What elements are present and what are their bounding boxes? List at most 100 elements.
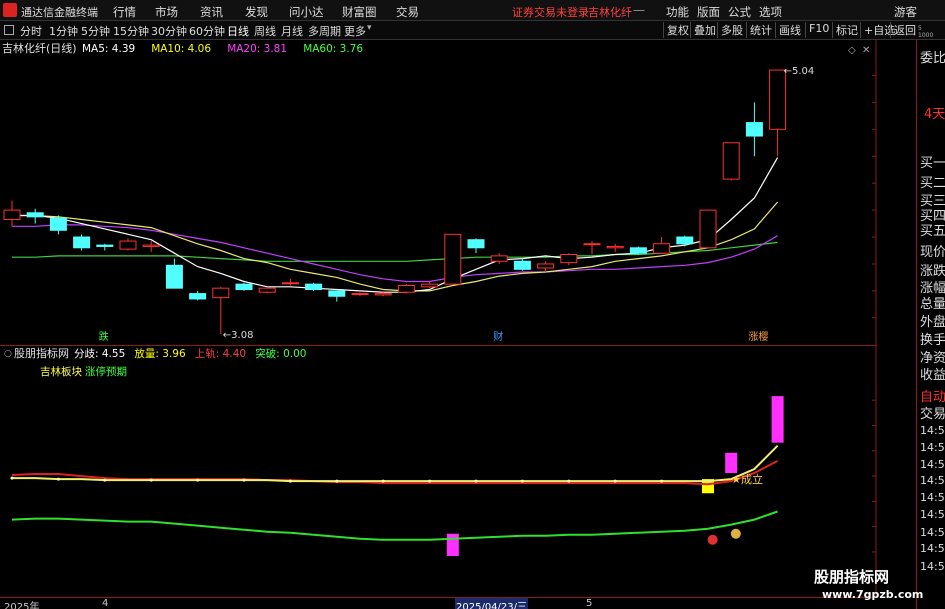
minimize-icon[interactable]: — — [633, 3, 645, 17]
divergence-dot — [474, 479, 478, 483]
chevron-down-icon[interactable]: ▾ — [367, 23, 372, 33]
candle-body — [374, 293, 392, 296]
date-label: 2025年 — [4, 602, 40, 609]
divergence-dot — [428, 479, 432, 483]
quote-panel-label: 买五 — [920, 224, 945, 239]
tab-weekly[interactable]: 周线 — [254, 23, 276, 39]
app-title: 通达信金融终端 — [21, 6, 98, 19]
candle-body — [699, 209, 717, 249]
quote-panel-label: 14:56 — [920, 542, 945, 555]
candle-body — [3, 209, 21, 221]
candle-body — [235, 283, 253, 291]
formula-button[interactable]: 公式 — [728, 4, 751, 20]
tab-draw-line[interactable]: 画线 — [775, 22, 801, 38]
tab-30min[interactable]: 30分钟 — [151, 23, 187, 39]
tab-f10[interactable]: F10 — [805, 22, 829, 38]
candle-body — [212, 287, 230, 299]
candle-body — [745, 122, 763, 137]
zoom-level-icon: 5 1000 — [918, 25, 934, 39]
tab-mark[interactable]: 标记 — [832, 22, 858, 38]
tab-monthly[interactable]: 月线 — [281, 23, 303, 39]
menu-wealth[interactable]: 财富圈 — [342, 4, 377, 20]
candle-body — [281, 282, 299, 285]
event-marker: 涨樱 — [748, 331, 768, 343]
quote-panel-label: 14:56 — [920, 424, 945, 437]
candle-body — [96, 244, 114, 247]
tab-more[interactable]: 更多 — [344, 23, 366, 39]
tab-multi-period[interactable]: 多周期 — [308, 23, 341, 39]
date-label: 5 — [586, 598, 593, 609]
tab-overlay[interactable]: 叠加 — [690, 22, 716, 38]
quote-panel-label: 14:56 — [920, 458, 945, 471]
tab-60min[interactable]: 60分钟 — [189, 23, 225, 39]
candle-body — [653, 243, 671, 254]
checkbox-icon[interactable] — [4, 25, 14, 35]
candle-body — [606, 245, 624, 249]
signal-bar — [771, 396, 784, 443]
event-marker: 财 — [493, 330, 503, 343]
tab-5min[interactable]: 5分钟 — [81, 23, 110, 39]
candle-body — [189, 293, 207, 300]
main-kline-chart[interactable]: 5.004.804.604.404.204.003.803.603.403.20… — [0, 40, 877, 345]
tab-back[interactable]: 返回 — [890, 22, 916, 38]
tab-daily[interactable]: 日线 — [227, 23, 249, 39]
candle-body — [676, 236, 694, 245]
quote-panel-label: 现价 — [920, 245, 945, 260]
date-cursor-label: 2025/04/23/三 — [455, 598, 529, 609]
diamond-icon: ◇ — [848, 45, 856, 56]
options-button[interactable]: 选项 — [759, 4, 782, 20]
divergence-dot — [242, 478, 246, 482]
menu-discover[interactable]: 发现 — [245, 4, 268, 20]
login-notice[interactable]: 证券交易未登录 — [512, 4, 589, 20]
tab-1min[interactable]: 1分钟 — [49, 23, 78, 39]
quote-panel-label: 14:56 — [920, 526, 945, 539]
menu-trade[interactable]: 交易 — [396, 4, 419, 20]
candle-body — [142, 244, 160, 247]
date-axis — [0, 597, 877, 609]
limit-up-label: 涨停预期 — [85, 365, 127, 378]
circle-icon: ○ — [4, 349, 12, 359]
quote-panel-label: 总量 — [920, 297, 945, 312]
divergence-dot — [103, 478, 107, 482]
tab-15min[interactable]: 15分钟 — [113, 23, 149, 39]
low-price-label: ←3.08 — [223, 330, 254, 341]
divergence-dot — [149, 478, 153, 482]
divergence-dot — [520, 479, 524, 483]
divergence-line — [12, 444, 779, 483]
tab-multi-stock[interactable]: 多股 — [717, 22, 743, 38]
candle-body — [722, 142, 740, 180]
divergence-dot — [567, 479, 571, 483]
tab-timeshare[interactable]: 分时 — [20, 23, 42, 39]
red-ball-icon — [707, 534, 718, 545]
candle-body — [467, 239, 485, 249]
candle-body — [49, 217, 67, 231]
menu-quotes[interactable]: 行情 — [113, 4, 136, 20]
candle-body — [26, 212, 44, 218]
layout-button[interactable]: 版面 — [697, 4, 720, 20]
app-logo-icon — [3, 3, 17, 17]
quote-panel-label: 14:56 — [920, 441, 945, 454]
menu-market[interactable]: 市场 — [155, 4, 178, 20]
signal-bar — [446, 533, 459, 556]
candle-body — [629, 247, 647, 254]
function-button[interactable]: 功能 — [666, 4, 689, 20]
ma-value-label: MA5: 4.39 — [82, 43, 135, 55]
indicator-chart[interactable]: 5.004.754.504.254.003.753.503.97○股朋指标网分歧… — [0, 345, 877, 597]
menu-news[interactable]: 资讯 — [200, 4, 223, 20]
indicator-value-label: 放量: 3.96 — [134, 347, 186, 360]
menu-ask[interactable]: 问小达 — [289, 4, 324, 20]
candle-body — [444, 233, 462, 285]
event-marker: 跌 — [99, 330, 109, 343]
quote-panel-label: 14:56 — [920, 560, 945, 573]
watermark-url: www.7gpzb.com — [822, 588, 924, 601]
guest-button[interactable]: 游客 — [894, 4, 917, 20]
divergence-dot — [196, 478, 200, 482]
tab-statistics[interactable]: 统计 — [746, 22, 772, 38]
quote-panel-label[interactable]: 交易 — [920, 403, 945, 422]
sector-label: 吉林板块 — [40, 365, 82, 378]
quote-panel-label: 买二 — [920, 176, 945, 191]
candle-body — [397, 284, 415, 293]
candle-body — [421, 283, 439, 288]
established-label: ★成立 — [731, 472, 763, 486]
tab-restore-rights[interactable]: 复权 — [663, 22, 689, 38]
